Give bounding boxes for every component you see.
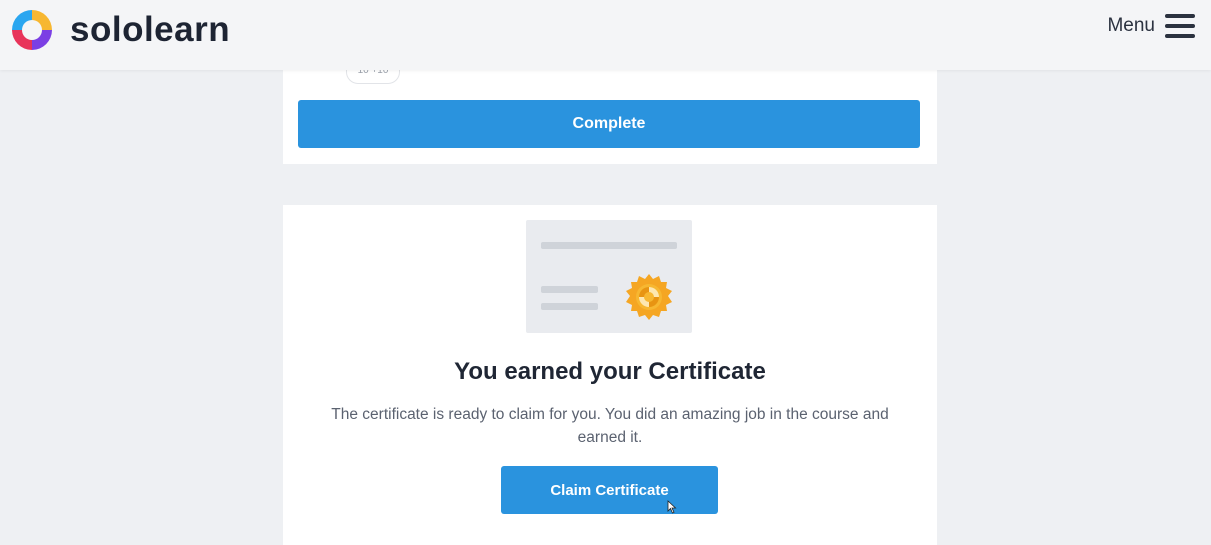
- certificate-title: You earned your Certificate: [454, 358, 766, 385]
- lesson-complete-card: 10 +10 Complete: [283, 58, 937, 164]
- claim-certificate-button[interactable]: Claim Certificate: [501, 466, 718, 514]
- brand-logo[interactable]: sololearn: [8, 6, 230, 54]
- hamburger-menu-icon: [1165, 14, 1195, 38]
- brand-name: sololearn: [70, 10, 231, 49]
- certificate-seal-icon: [626, 274, 672, 320]
- sololearn-logo-icon: [12, 10, 52, 50]
- complete-button[interactable]: Complete: [298, 100, 920, 148]
- certificate-description: The certificate is ready to claim for yo…: [331, 406, 889, 446]
- mouse-cursor-icon: [667, 500, 677, 514]
- menu-button[interactable]: Menu: [1107, 14, 1195, 38]
- top-navbar: sololearn Menu: [0, 0, 1211, 70]
- certificate-illustration: [526, 220, 692, 333]
- menu-label: Menu: [1107, 15, 1155, 36]
- certificate-card: You earned your Certificate The certific…: [283, 205, 937, 545]
